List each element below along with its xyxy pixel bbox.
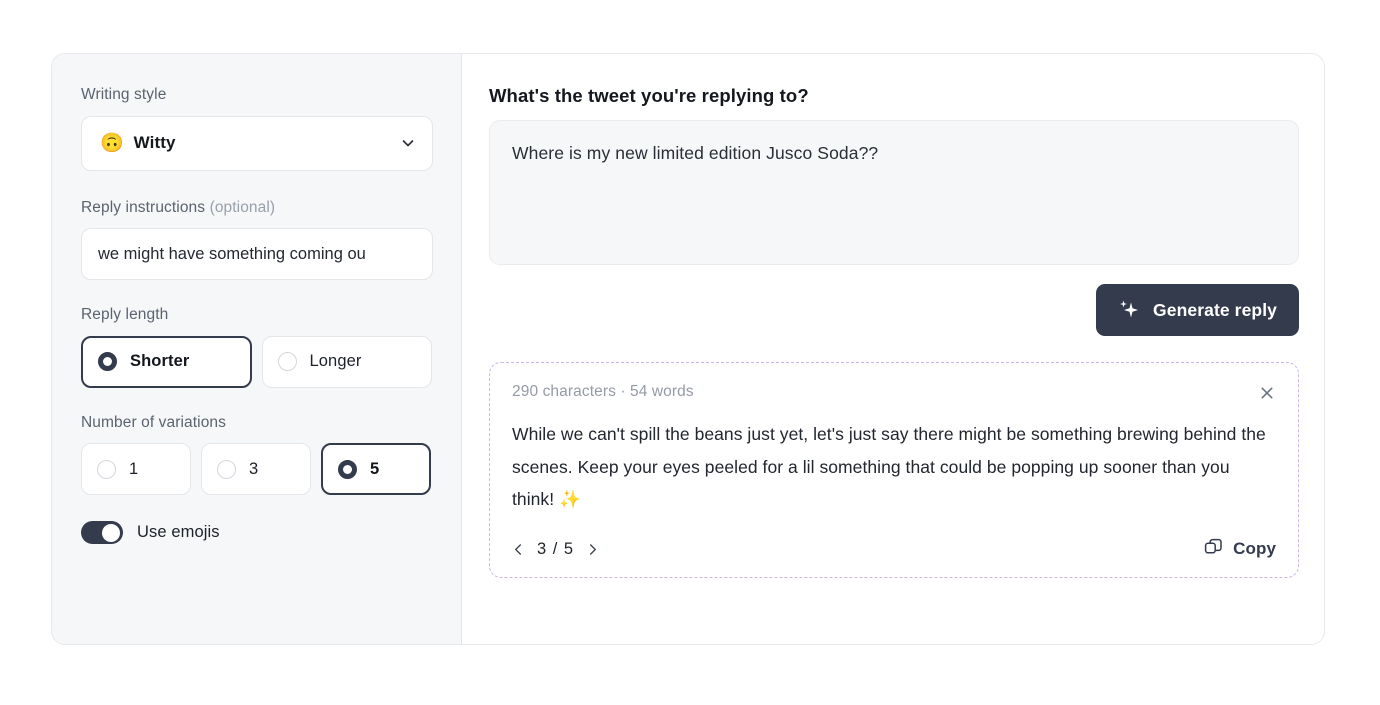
radio-dot-icon [97, 459, 116, 479]
page-title: What's the tweet you're replying to? [489, 85, 809, 106]
writing-style-label: Writing style [81, 86, 432, 105]
variations-label-text: Number of variations [81, 413, 227, 431]
variation-pager: 3 / 5 [512, 540, 599, 559]
radio-dot-icon [338, 459, 357, 479]
writing-style-label-text: Writing style [81, 86, 167, 103]
generate-reply-label: Generate reply [1153, 299, 1277, 320]
reply-instructions-label-text: Reply instructions [81, 198, 206, 216]
result-footer: 3 / 5 Copy [512, 538, 1276, 560]
use-emojis-row: Use emojis [81, 521, 432, 545]
copy-icon [1204, 538, 1223, 560]
variations-option-3[interactable]: 3 [201, 443, 311, 496]
use-emojis-label: Use emojis [137, 523, 220, 542]
reply-length-label-text: Reply length [81, 306, 169, 324]
radio-dot-icon [277, 352, 297, 372]
variations-option-3-label: 3 [249, 459, 259, 478]
result-meta: 290 characters · 54 words [512, 383, 694, 400]
composer-panel: What's the tweet you're replying to? Gen… [462, 54, 1324, 644]
variations-option-5-label: 5 [370, 459, 380, 478]
reply-instructions-label: Reply instructions (optional) [81, 199, 432, 218]
reply-instructions-input[interactable] [81, 228, 433, 281]
writing-style-value: Witty [133, 133, 176, 153]
variations-option-1-label: 1 [129, 459, 139, 478]
reply-length-label: Reply length [81, 306, 432, 325]
chevron-right-icon[interactable] [586, 543, 599, 556]
pager-count: 3 / 5 [537, 539, 575, 558]
variations-option-1[interactable]: 1 [81, 443, 191, 496]
result-card: 290 characters · 54 words While we can't… [489, 362, 1299, 579]
writing-style-select[interactable]: 🙃 Witty [81, 115, 433, 171]
chevron-down-icon [400, 135, 416, 151]
witty-emoji-icon: 🙃 [100, 132, 124, 154]
radio-dot-icon [98, 352, 117, 372]
reply-length-option-shorter[interactable]: Shorter [81, 335, 252, 388]
copy-button-label: Copy [1233, 539, 1276, 559]
variations-group: 1 3 5 [81, 443, 432, 496]
generate-reply-button[interactable]: Generate reply [1096, 284, 1299, 336]
settings-panel: Writing style 🙃 Witty Reply instructions… [52, 54, 462, 644]
result-header: 290 characters · 54 words [512, 383, 1276, 402]
copy-button[interactable]: Copy [1204, 538, 1276, 560]
radio-dot-icon [217, 459, 236, 479]
toggle-knob [102, 523, 120, 542]
variations-label: Number of variations [81, 414, 432, 433]
reply-instructions-optional-text: (optional) [209, 198, 276, 216]
reply-generator-card: Writing style 🙃 Witty Reply instructions… [51, 53, 1325, 645]
sparkle-icon [1116, 298, 1142, 322]
variations-option-5[interactable]: 5 [321, 443, 431, 496]
reply-length-option-shorter-label: Shorter [130, 352, 190, 371]
reply-length-group: Shorter Longer [81, 335, 432, 388]
tweet-input[interactable] [489, 120, 1299, 265]
result-text: While we can't spill the beans just yet,… [512, 424, 1266, 510]
use-emojis-toggle[interactable] [81, 521, 123, 545]
chevron-left-icon[interactable] [512, 543, 525, 556]
generate-row: Generate reply [489, 284, 1299, 336]
reply-length-option-longer-label: Longer [309, 352, 362, 371]
close-icon[interactable] [1258, 383, 1276, 402]
reply-length-option-longer[interactable]: Longer [261, 335, 432, 388]
app-root: Writing style 🙃 Witty Reply instructions… [0, 0, 1380, 705]
